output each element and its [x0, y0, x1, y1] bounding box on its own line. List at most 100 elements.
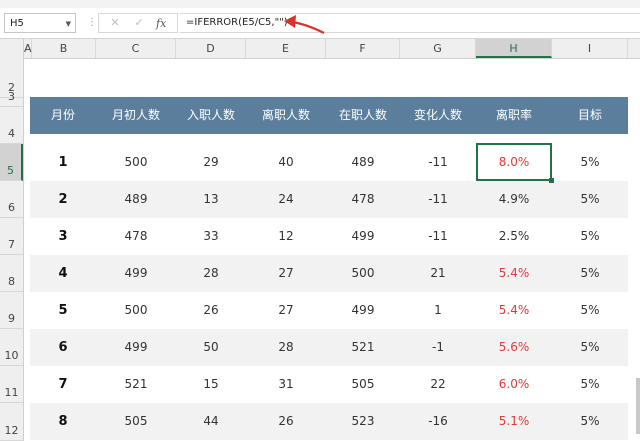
- column-header-f[interactable]: F: [326, 39, 400, 58]
- cell-rate[interactable]: 5.4%: [476, 292, 552, 329]
- cell-month[interactable]: 6: [30, 329, 96, 366]
- cell-current[interactable]: 521: [326, 329, 400, 366]
- cell-start[interactable]: 489: [96, 181, 176, 218]
- cell-left[interactable]: 31: [246, 366, 326, 403]
- column-header-e[interactable]: E: [246, 39, 326, 58]
- table-header-cell[interactable]: 离职率: [476, 97, 552, 134]
- column-header-d[interactable]: D: [176, 39, 246, 58]
- worksheet-grid[interactable]: 月份 月初人数 入职人数 离职人数 在职人数 变化人数 离职率 目标 1 500 29 40 489-…: [24, 58, 640, 441]
- table-header-cell[interactable]: 月初人数: [96, 97, 176, 134]
- cell-change[interactable]: 21: [400, 255, 476, 292]
- cell-left[interactable]: 27: [246, 255, 326, 292]
- cell-target[interactable]: 5%: [552, 144, 628, 181]
- cell-target[interactable]: 5%: [552, 366, 628, 403]
- cell-current[interactable]: 499: [326, 292, 400, 329]
- cell-rate[interactable]: 4.9%: [476, 181, 552, 218]
- cell-start[interactable]: 521: [96, 366, 176, 403]
- row-header-12[interactable]: 12: [0, 403, 23, 441]
- enter-icon[interactable]: ✓: [129, 14, 149, 32]
- cell-left[interactable]: 40: [246, 144, 326, 181]
- row-header-7[interactable]: 7: [0, 218, 23, 255]
- cell-rate[interactable]: 6.0%: [476, 366, 552, 403]
- cell-left[interactable]: 28: [246, 329, 326, 366]
- row-header-5[interactable]: 5: [0, 144, 23, 181]
- active-cell-outline[interactable]: [476, 143, 552, 181]
- cell-left[interactable]: 27: [246, 292, 326, 329]
- row-header-10[interactable]: 10: [0, 329, 23, 366]
- cell-hired[interactable]: 13: [176, 181, 246, 218]
- table-header-cell[interactable]: 目标: [552, 97, 628, 134]
- cell-current[interactable]: 489: [326, 144, 400, 181]
- row-header-8[interactable]: 8: [0, 255, 23, 292]
- cell-rate[interactable]: 2.5%: [476, 218, 552, 255]
- cell-month[interactable]: 5: [30, 292, 96, 329]
- cell-month[interactable]: 1: [30, 144, 96, 181]
- cell-start[interactable]: 499: [96, 255, 176, 292]
- cell-current[interactable]: 500: [326, 255, 400, 292]
- table-header-cell[interactable]: 变化人数: [400, 97, 476, 134]
- cell-change[interactable]: -16: [400, 403, 476, 440]
- chevron-down-icon[interactable]: ▼: [66, 14, 71, 34]
- cell-change[interactable]: -11: [400, 144, 476, 181]
- name-box[interactable]: H5 ▼: [4, 13, 76, 33]
- cell-start[interactable]: 478: [96, 218, 176, 255]
- cell-target[interactable]: 5%: [552, 181, 628, 218]
- cell-hired[interactable]: 26: [176, 292, 246, 329]
- cell-current[interactable]: 478: [326, 181, 400, 218]
- column-header-a[interactable]: A: [24, 39, 32, 58]
- cell-left[interactable]: 26: [246, 403, 326, 440]
- cell-change[interactable]: 22: [400, 366, 476, 403]
- formula-input[interactable]: =IFERROR(E5/C5,""): [180, 13, 640, 33]
- column-header-b[interactable]: B: [32, 39, 96, 58]
- row-header-9[interactable]: 9: [0, 292, 23, 329]
- cell-current[interactable]: 499: [326, 218, 400, 255]
- cell-current[interactable]: 523: [326, 403, 400, 440]
- cell-target[interactable]: 5%: [552, 329, 628, 366]
- table-header-cell[interactable]: 月份: [30, 97, 96, 134]
- cell-target[interactable]: 5%: [552, 292, 628, 329]
- cell-target[interactable]: 5%: [552, 255, 628, 292]
- cell-change[interactable]: -11: [400, 218, 476, 255]
- cell-month[interactable]: 4: [30, 255, 96, 292]
- cell-rate[interactable]: 5.6%: [476, 329, 552, 366]
- cell-month[interactable]: 2: [30, 181, 96, 218]
- cell-hired[interactable]: 44: [176, 403, 246, 440]
- row-header-3[interactable]: 3: [0, 90, 23, 107]
- cell-hired[interactable]: 50: [176, 329, 246, 366]
- column-header-c[interactable]: C: [96, 39, 176, 58]
- row-header-11[interactable]: 11: [0, 366, 23, 403]
- select-all-corner[interactable]: [0, 39, 24, 58]
- cell-hired[interactable]: 28: [176, 255, 246, 292]
- cell-hired[interactable]: 15: [176, 366, 246, 403]
- insert-function-icon[interactable]: fx: [156, 15, 166, 33]
- cell-rate[interactable]: 5.4%: [476, 255, 552, 292]
- cell-target[interactable]: 5%: [552, 218, 628, 255]
- cell-start[interactable]: 500: [96, 144, 176, 181]
- column-header-g[interactable]: G: [400, 39, 476, 58]
- cell-hired[interactable]: 33: [176, 218, 246, 255]
- cell-target[interactable]: 5%: [552, 403, 628, 440]
- cell-change[interactable]: -1: [400, 329, 476, 366]
- cell-month[interactable]: 7: [30, 366, 96, 403]
- table-header-cell[interactable]: 在职人数: [326, 97, 400, 134]
- cell-current[interactable]: 505: [326, 366, 400, 403]
- cell-rate[interactable]: 5.1%: [476, 403, 552, 440]
- cell-start[interactable]: 505: [96, 403, 176, 440]
- fill-handle[interactable]: [549, 178, 554, 183]
- cancel-icon[interactable]: ✕: [105, 14, 125, 32]
- cell-month[interactable]: 3: [30, 218, 96, 255]
- row-header-4[interactable]: 4: [0, 107, 23, 144]
- table-header-cell[interactable]: 入职人数: [176, 97, 246, 134]
- drag-handle-icon[interactable]: ⋮: [87, 17, 97, 28]
- cell-left[interactable]: 24: [246, 181, 326, 218]
- cell-hired[interactable]: 29: [176, 144, 246, 181]
- cell-month[interactable]: 8: [30, 403, 96, 440]
- cell-change[interactable]: -11: [400, 181, 476, 218]
- table-header-cell[interactable]: 离职人数: [246, 97, 326, 134]
- cell-left[interactable]: 12: [246, 218, 326, 255]
- row-header-6[interactable]: 6: [0, 181, 23, 218]
- vertical-scrollbar[interactable]: [636, 378, 640, 434]
- cell-start[interactable]: 500: [96, 292, 176, 329]
- cell-start[interactable]: 499: [96, 329, 176, 366]
- column-header-i[interactable]: I: [552, 39, 628, 58]
